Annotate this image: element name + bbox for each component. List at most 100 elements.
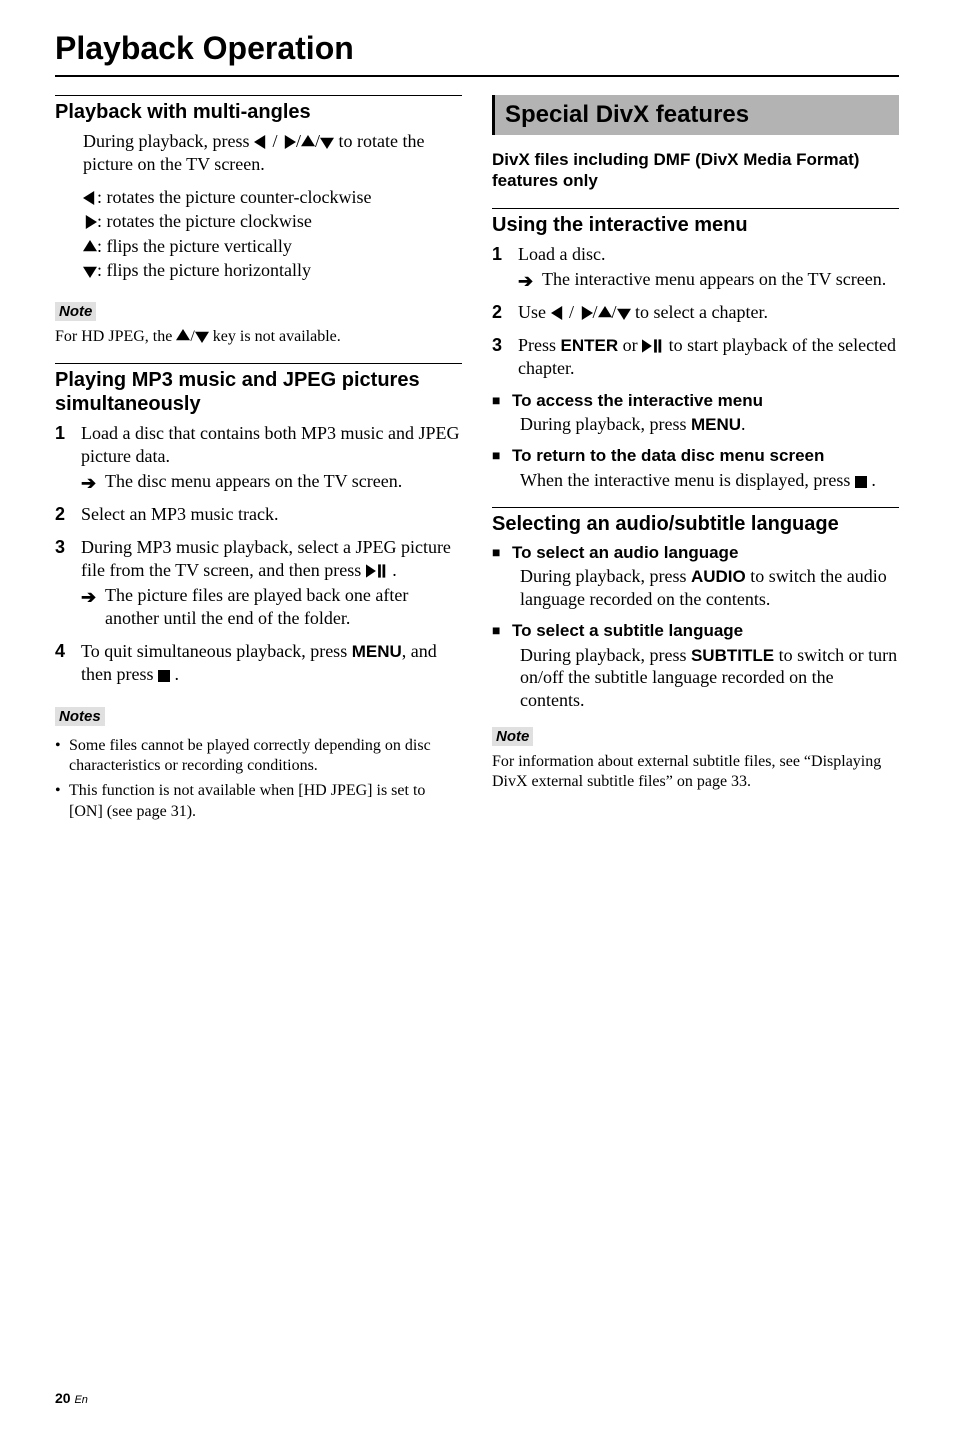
mp3-jpeg-heading: Playing MP3 music and JPEG pictures simu… <box>55 368 462 416</box>
multi-angles-heading: Playback with multi-angles <box>55 100 462 124</box>
audio-lang-body: During playback, press AUDIO to switch t… <box>492 565 899 610</box>
square-icon: ■ <box>492 447 500 465</box>
arrow-icon: ➔ <box>518 270 533 293</box>
right-icon <box>579 306 593 320</box>
text: To access the interactive menu <box>512 391 763 410</box>
stop-icon <box>855 476 867 488</box>
divx-banner: Special DivX features <box>492 95 899 135</box>
step-sub: ➔ The interactive menu appears on the TV … <box>518 268 899 291</box>
step-sub: ➔ The disc menu appears on the TV screen. <box>81 470 462 493</box>
text: Select an MP3 music track. <box>81 504 278 524</box>
interactive-steps: 1 Load a disc. ➔The interactive menu app… <box>492 243 899 380</box>
note-external-subs: For information about external subtitle … <box>492 752 899 792</box>
text: : flips the picture horizontally <box>97 260 311 280</box>
note-label: Note <box>492 727 533 746</box>
interactive-menu-heading: Using the interactive menu <box>492 213 899 237</box>
step-sub: ➔ The picture files are played back one a… <box>81 584 462 630</box>
text: . <box>867 470 876 490</box>
chapter-rule <box>55 75 899 77</box>
text: When the interactive menu is displayed, … <box>520 470 855 490</box>
up-icon <box>301 135 315 149</box>
down-icon <box>320 135 334 149</box>
text: Load a disc that contains both MP3 music… <box>81 423 459 466</box>
list-item: : flips the picture horizontally <box>55 258 462 282</box>
text: During playback, press <box>520 566 691 586</box>
notes-list: Some files cannot be played correctly de… <box>55 736 462 823</box>
play-pause-icon <box>366 564 388 578</box>
left-column: Playback with multi-angles During playba… <box>55 95 462 827</box>
text: The disc menu appears on the TV screen. <box>105 471 402 491</box>
step-4: 4 To quit simultaneous playback, press M… <box>55 640 462 686</box>
audio-lang-title: ■ To select an audio language <box>492 542 899 563</box>
step-number: 2 <box>492 301 502 324</box>
rotation-list: : rotates the picture counter-clockwise … <box>55 185 462 282</box>
text: During playback, press <box>83 131 254 151</box>
return-menu-title: ■ To return to the data disc menu screen <box>492 445 899 466</box>
left-icon <box>254 135 268 149</box>
text: To select an audio language <box>512 543 738 562</box>
down-icon <box>617 306 631 320</box>
text: For HD JPEG, the <box>55 328 176 345</box>
text: . <box>388 560 397 580</box>
text: : rotates the picture counter-clockwise <box>97 187 372 207</box>
subtitle-lang-title: ■ To select a subtitle language <box>492 620 899 641</box>
step-number: 1 <box>55 422 65 445</box>
step-number: 4 <box>55 640 65 663</box>
square-icon: ■ <box>492 544 500 562</box>
audio-subtitle-heading: Selecting an audio/subtitle language <box>492 512 899 536</box>
right-icon <box>282 135 296 149</box>
text: Load a disc. <box>518 244 605 264</box>
step-2: 2 Use / // to select a chapter. <box>492 301 899 324</box>
menu-key: MENU <box>691 415 741 434</box>
right-icon <box>83 215 97 229</box>
list-item: : rotates the picture counter-clockwise <box>55 185 462 209</box>
notes-label: Notes <box>55 707 105 726</box>
section-rule <box>55 95 462 96</box>
text: The picture files are played back one af… <box>105 585 408 628</box>
access-menu-body: During playback, press MENU. <box>492 413 899 436</box>
arrow-icon: ➔ <box>81 586 96 609</box>
text: To select a subtitle language <box>512 621 743 640</box>
subtitle-key: SUBTITLE <box>691 646 774 665</box>
enter-key: ENTER <box>561 336 619 355</box>
section-rule <box>492 208 899 209</box>
step-2: 2 Select an MP3 music track. <box>55 503 462 526</box>
step-number: 3 <box>492 334 502 357</box>
text: or <box>618 335 642 355</box>
text: The interactive menu appears on the TV s… <box>542 269 886 289</box>
section-rule <box>55 363 462 364</box>
text: key is not available. <box>209 328 341 345</box>
stop-icon <box>158 670 170 682</box>
mp3-steps: 1 Load a disc that contains both MP3 mus… <box>55 422 462 686</box>
step-number: 2 <box>55 503 65 526</box>
access-menu-title: ■ To access the interactive menu <box>492 390 899 411</box>
text: : flips the picture vertically <box>97 236 292 256</box>
square-icon: ■ <box>492 392 500 410</box>
note-hdjpeg: For HD JPEG, the / key is not available. <box>55 327 462 347</box>
right-column: Special DivX features DivX files includi… <box>492 95 899 827</box>
multi-angles-intro: During playback, press / // to rotate th… <box>55 130 462 175</box>
text: To quit simultaneous playback, press <box>81 641 352 661</box>
return-menu-body: When the interactive menu is displayed, … <box>492 469 899 492</box>
divx-subtitle: DivX files including DMF (DivX Media For… <box>492 149 899 192</box>
page-number: 20 <box>55 1390 71 1406</box>
list-item: : flips the picture vertically <box>55 234 462 258</box>
step-1: 1 Load a disc. ➔The interactive menu app… <box>492 243 899 291</box>
text: During playback, press <box>520 645 691 665</box>
text: To return to the data disc menu screen <box>512 446 824 465</box>
step-3: 3 During MP3 music playback, select a JP… <box>55 536 462 630</box>
list-item: : rotates the picture clockwise <box>55 209 462 233</box>
square-icon: ■ <box>492 622 500 640</box>
up-icon <box>598 306 612 320</box>
left-icon <box>83 191 97 205</box>
section-rule <box>492 507 899 508</box>
subtitle-lang-body: During playback, press SUBTITLE to switc… <box>492 644 899 712</box>
text: to select a chapter. <box>631 302 768 322</box>
left-icon <box>551 306 565 320</box>
note-item: This function is not available when [HD … <box>55 781 462 823</box>
arrow-icon: ➔ <box>81 472 96 495</box>
text: . <box>741 414 746 434</box>
audio-key: AUDIO <box>691 567 746 586</box>
text: : rotates the picture clockwise <box>97 211 312 231</box>
menu-key: MENU <box>352 642 402 661</box>
